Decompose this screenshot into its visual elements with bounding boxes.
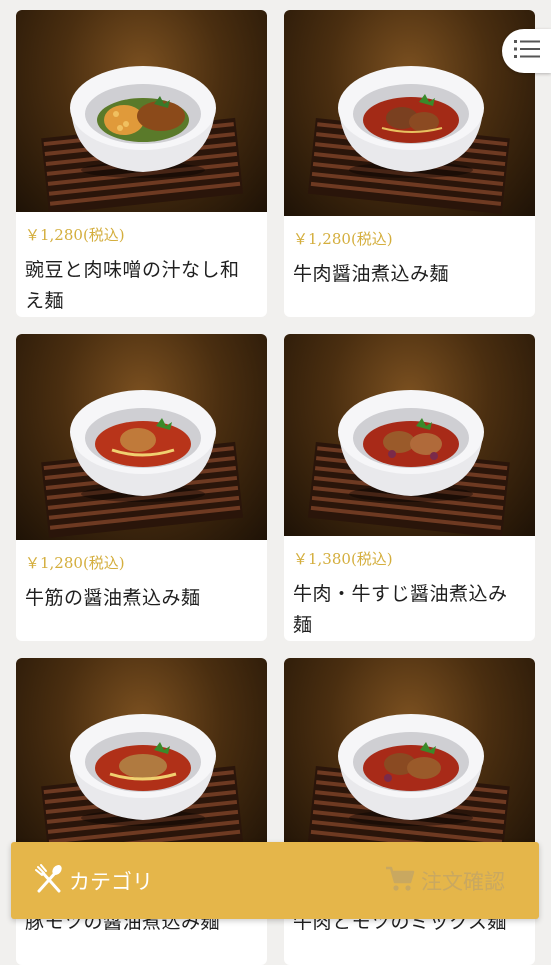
bottom-action-bar: カテゴリ 注文確認 [11,842,539,919]
dish-photo [284,334,535,536]
price-label: ￥1,280(税込) [293,230,393,248]
dish-photo [16,334,267,540]
price-label: ￥1,280(税込) [25,226,125,244]
dish-name: 豌豆と肉味噌の汁なし和え麺 [25,259,240,312]
dish-photo [284,658,535,864]
dish-photo [16,10,267,212]
price-label: ￥1,280(税込) [25,554,125,572]
dish-name: 牛肉・牛すじ醤油煮込み麺 [293,583,508,636]
fork-spoon-icon [35,863,63,898]
menu-item-card[interactable]: ￥1,280(税込) 牛肉醤油煮込み麺 [284,10,535,317]
dish-name: 牛肉醤油煮込み麺 [293,263,450,285]
order-confirm-label: 注文確認 [421,869,505,894]
menu-item-card[interactable]: ￥1,380(税込) 牛肉・牛すじ醤油煮込み麺 [284,334,535,641]
order-confirm-button[interactable]: 注文確認 [385,842,505,919]
category-label: カテゴリ [69,869,153,894]
menu-item-card[interactable]: ￥1,280(税込) 豌豆と肉味噌の汁なし和え麺 [16,10,267,317]
list-icon [513,38,540,64]
menu-button[interactable] [502,29,551,73]
price-label: ￥1,380(税込) [293,550,393,568]
dish-photo [284,10,535,216]
category-button[interactable]: カテゴリ [35,842,153,919]
dish-name: 牛筋の醤油煮込み麺 [25,587,201,609]
dish-photo [16,658,267,864]
menu-grid: ￥1,280(税込) 豌豆と肉味噌の汁なし和え麺 ￥1,280(税込) 牛肉醤油… [16,10,535,965]
menu-item-card[interactable]: ￥1,280(税込) 牛筋の醤油煮込み麺 [16,334,267,641]
cart-icon [385,865,415,897]
